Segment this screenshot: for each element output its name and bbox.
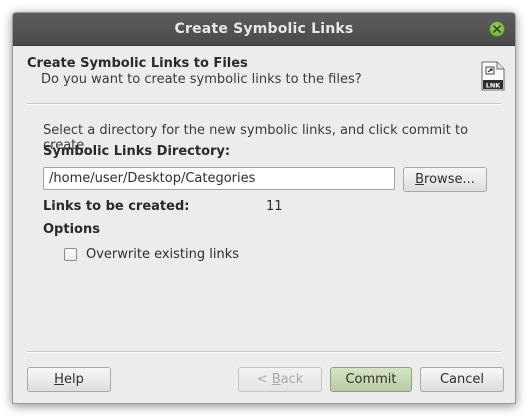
back-prefix: < [256, 372, 272, 387]
directory-input[interactable] [43, 167, 395, 190]
dialog-window: Create Symbolic Links Create Symbolic Li… [12, 12, 516, 404]
help-mnemonic: H [54, 372, 64, 387]
close-button[interactable] [489, 21, 505, 37]
header-subtitle: Do you want to create symbolic links to … [41, 72, 362, 87]
commit-button[interactable]: Commit [330, 367, 412, 392]
directory-label: Symbolic Links Directory: [43, 144, 231, 159]
browse-mnemonic: B [415, 172, 425, 187]
dialog-header: Create Symbolic Links to Files Do you wa… [13, 46, 515, 104]
header-title: Create Symbolic Links to Files [27, 56, 248, 71]
title-bar[interactable]: Create Symbolic Links [13, 13, 515, 46]
header-divider [27, 103, 501, 105]
back-label: ack [280, 372, 304, 387]
lnk-file-icon: LNK [481, 61, 505, 91]
overwrite-option[interactable]: Overwrite existing links [64, 247, 239, 262]
lnk-icon-text: LNK [486, 82, 502, 90]
close-icon [493, 25, 501, 33]
back-mnemonic: B [271, 372, 281, 387]
window-title: Create Symbolic Links [174, 21, 354, 37]
links-count-label: Links to be created: [43, 199, 190, 214]
browse-label: rowse... [424, 172, 475, 187]
options-heading: Options [43, 222, 100, 237]
overwrite-checkbox[interactable] [64, 248, 77, 261]
help-label: elp [63, 372, 84, 387]
back-button[interactable]: < Back [238, 367, 322, 392]
footer-divider [27, 351, 501, 353]
help-button[interactable]: Help [27, 367, 111, 392]
overwrite-label: Overwrite existing links [86, 247, 240, 262]
cancel-button[interactable]: Cancel [420, 367, 504, 392]
browse-button[interactable]: Browse... [403, 167, 487, 192]
links-count-value: 11 [266, 199, 283, 214]
